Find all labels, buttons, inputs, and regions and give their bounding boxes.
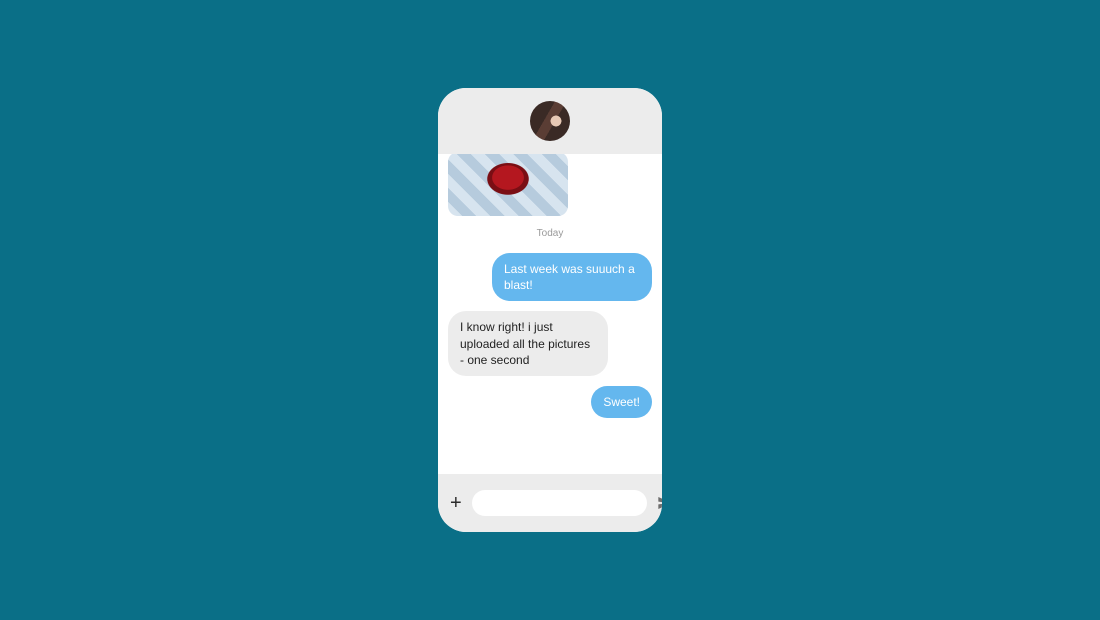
send-icon	[657, 495, 662, 511]
plus-icon: +	[450, 492, 462, 515]
chat-window: Today Last week was suuuch a blast! I kn…	[438, 88, 662, 532]
date-separator: Today	[537, 228, 564, 239]
message-thread[interactable]: Today Last week was suuuch a blast! I kn…	[438, 154, 662, 474]
send-button[interactable]	[657, 492, 662, 514]
message-bubble-sent[interactable]: Sweet!	[591, 386, 652, 418]
message-image-thumbnail[interactable]	[448, 154, 568, 216]
message-bubble-sent[interactable]: Last week was suuuch a blast!	[492, 253, 652, 301]
chat-header	[438, 88, 662, 154]
contact-avatar[interactable]	[530, 101, 570, 141]
message-bubble-received[interactable]: I know right! i just uploaded all the pi…	[448, 311, 608, 376]
add-attachment-button[interactable]: +	[450, 493, 462, 513]
message-input[interactable]	[472, 490, 647, 516]
message-composer: +	[438, 474, 662, 532]
